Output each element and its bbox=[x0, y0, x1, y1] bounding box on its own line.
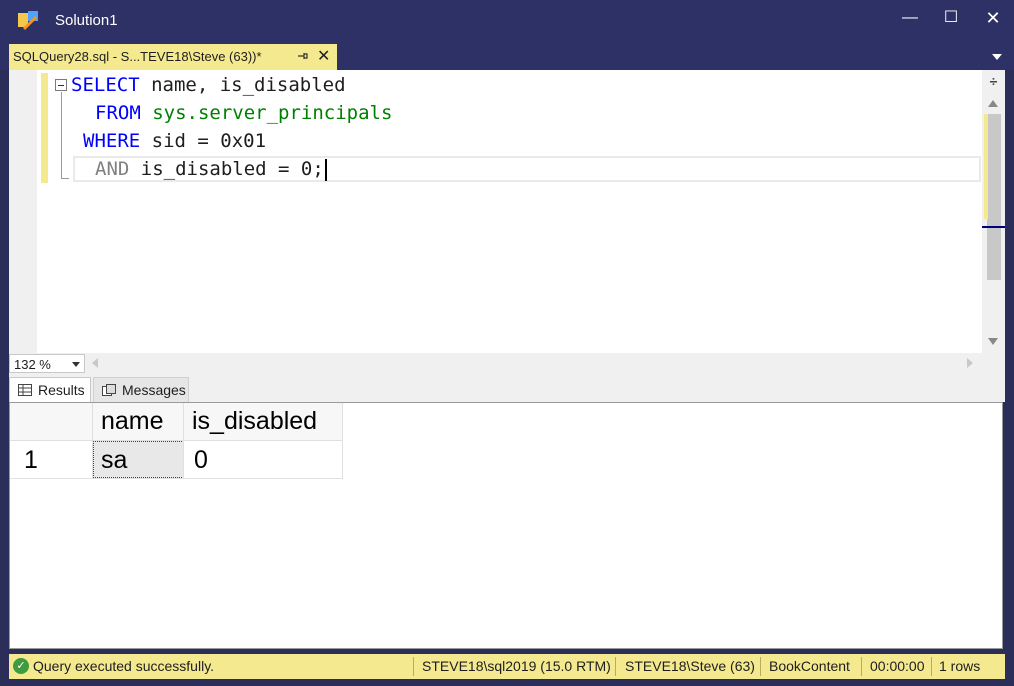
grid-icon bbox=[18, 384, 32, 396]
messages-icon bbox=[102, 384, 116, 396]
editor-gutter bbox=[9, 70, 37, 353]
status-separator bbox=[413, 657, 414, 676]
system-object: sys.server_principals bbox=[140, 102, 393, 124]
code-line-4: AND is_disabled = 0; bbox=[95, 155, 327, 183]
status-row-count: 1 rows bbox=[939, 658, 981, 674]
code-line-2: FROM sys.server_principals bbox=[95, 99, 392, 127]
collapse-icon[interactable] bbox=[55, 79, 67, 91]
code-text: sid = 0x01 bbox=[140, 130, 267, 152]
tab-messages-label: Messages bbox=[122, 382, 186, 398]
zoom-level: 132 % bbox=[14, 357, 51, 372]
scroll-thumb[interactable] bbox=[987, 114, 1001, 280]
status-separator bbox=[931, 657, 932, 676]
status-bar: ✓ Query executed successfully. STEVE18\s… bbox=[9, 654, 1005, 679]
success-check-icon: ✓ bbox=[13, 658, 29, 674]
window-title: Solution1 bbox=[55, 12, 118, 29]
code-line-1: SELECT name, is_disabled bbox=[71, 71, 346, 99]
zoom-dropdown[interactable]: 132 % bbox=[9, 354, 85, 373]
status-separator bbox=[615, 657, 616, 676]
scroll-left-icon[interactable] bbox=[92, 358, 98, 368]
tab-results[interactable]: Results bbox=[9, 377, 91, 402]
zoom-bar: 132 % bbox=[9, 353, 1005, 374]
status-message: Query executed successfully. bbox=[33, 658, 215, 674]
status-server: STEVE18\sql2019 (15.0 RTM) bbox=[422, 658, 611, 674]
code-line-3: WHERE sid = 0x01 bbox=[83, 127, 266, 155]
maximize-button[interactable]: ☐ bbox=[936, 6, 966, 30]
column-header-is-disabled[interactable]: is_disabled bbox=[184, 403, 342, 440]
tab-list-dropdown-icon[interactable] bbox=[992, 54, 1002, 60]
keyword-from: FROM bbox=[95, 102, 141, 124]
grid-divider bbox=[10, 440, 343, 441]
code-text: is_disabled = 0; bbox=[129, 158, 324, 180]
pin-icon[interactable] bbox=[295, 49, 309, 63]
keyword-select: SELECT bbox=[71, 74, 140, 96]
column-header-name[interactable]: name bbox=[93, 403, 183, 440]
change-map-marker bbox=[984, 114, 988, 219]
row-header-corner[interactable] bbox=[10, 403, 92, 440]
tab-results-label: Results bbox=[38, 382, 85, 398]
split-window-icon[interactable]: ÷ bbox=[986, 73, 1001, 90]
fold-guide bbox=[61, 92, 62, 178]
chevron-down-icon bbox=[72, 362, 80, 367]
document-tab[interactable]: SQLQuery28.sql - S...TEVE18\Steve (63))*… bbox=[9, 44, 337, 70]
editor-vertical-scrollbar[interactable]: ÷ bbox=[982, 70, 1005, 353]
tab-messages[interactable]: Messages bbox=[93, 377, 189, 402]
ssms-app-icon bbox=[18, 11, 38, 31]
scroll-right-icon[interactable] bbox=[967, 358, 973, 368]
title-bar: Solution1 — ☐ ✕ bbox=[0, 0, 1014, 42]
results-tab-strip: Results Messages bbox=[9, 374, 1005, 402]
row-number[interactable]: 1 bbox=[10, 442, 92, 478]
status-separator bbox=[861, 657, 862, 676]
close-tab-icon[interactable]: ✕ bbox=[317, 46, 330, 66]
text-caret bbox=[324, 158, 327, 181]
cell-is-disabled[interactable]: 0 bbox=[184, 442, 342, 478]
document-tab-label: SQLQuery28.sql - S...TEVE18\Steve (63))* bbox=[13, 49, 262, 64]
status-user: STEVE18\Steve (63) bbox=[625, 658, 755, 674]
query-editor[interactable]: SELECT name, is_disabled FROM sys.server… bbox=[9, 70, 982, 353]
scroll-down-icon[interactable] bbox=[988, 338, 998, 345]
close-window-button[interactable]: ✕ bbox=[978, 6, 1008, 30]
minimize-button[interactable]: — bbox=[895, 6, 925, 30]
status-elapsed-time: 00:00:00 bbox=[870, 658, 925, 674]
status-database: BookContent bbox=[769, 658, 850, 674]
code-text: name, is_disabled bbox=[139, 74, 346, 96]
grid-divider bbox=[10, 478, 343, 479]
code-area[interactable]: SELECT name, is_disabled FROM sys.server… bbox=[53, 70, 981, 353]
keyword-where: WHERE bbox=[83, 130, 141, 152]
document-tab-row: SQLQuery28.sql - S...TEVE18\Steve (63))*… bbox=[0, 42, 1014, 70]
caret-position-marker bbox=[982, 226, 1005, 228]
scroll-up-icon[interactable] bbox=[988, 100, 998, 107]
change-indicator bbox=[41, 73, 48, 183]
status-separator bbox=[760, 657, 761, 676]
cell-name[interactable]: sa bbox=[93, 442, 183, 478]
fold-guide-end bbox=[61, 178, 69, 179]
results-grid[interactable]: name is_disabled 1 sa 0 bbox=[9, 402, 1003, 649]
keyword-and: AND bbox=[95, 158, 130, 180]
